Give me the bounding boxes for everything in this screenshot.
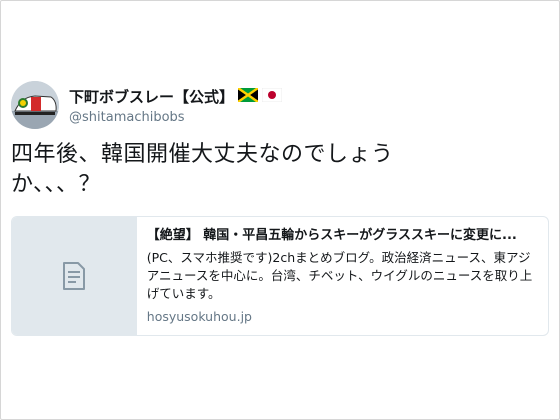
handle[interactable]: @shitamachibobs [69, 110, 282, 125]
display-name[interactable]: 下町ボブスレー【公式】 [69, 86, 234, 107]
japan-flag-icon [261, 87, 283, 106]
card-domain[interactable]: hosyusokuhou.jp [147, 309, 538, 325]
bobsled-icon [11, 81, 59, 129]
tweet-header: 下町ボブスレー【公式】 @shitamachibobs [11, 81, 283, 129]
tweet-text: 四年後、韓国開催大丈夫なのでしょうか、、、？ [11, 142, 394, 197]
tweet-embed: 下町ボブスレー【公式】 @shitamachibobs 四年後、韓国開催大丈夫な… [0, 0, 560, 420]
avatar[interactable] [11, 81, 59, 129]
document-icon [62, 262, 85, 290]
card-title[interactable]: 【絶望】 韓国・平昌五輪からスキーがグラススキーに変更に... [147, 227, 538, 245]
card-thumbnail [12, 217, 137, 335]
card-description: (PC、スマホ推奨です)2chまとめブログ。政治経済ニュース、東アジアニュースを… [146, 250, 533, 301]
jamaica-flag-icon [237, 87, 259, 106]
link-card[interactable]: 【絶望】 韓国・平昌五輪からスキーがグラススキーに変更に... (PC、スマホ推… [11, 216, 549, 336]
